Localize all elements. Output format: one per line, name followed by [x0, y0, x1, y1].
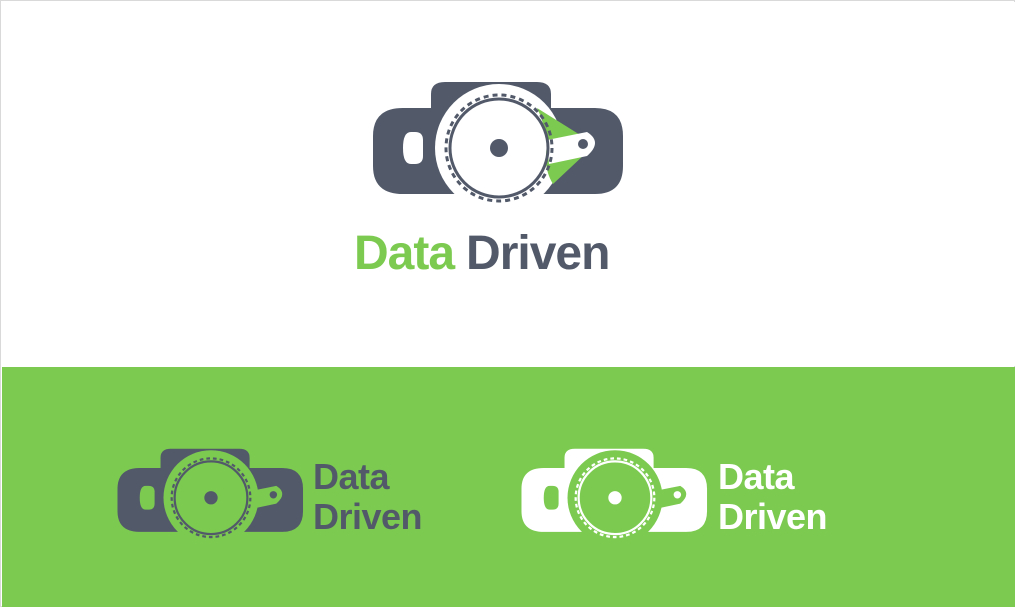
- camera-gear-icon: [373, 82, 623, 212]
- primary-wordmark: Data Driven: [354, 224, 674, 284]
- wordmark-data: Data: [313, 456, 390, 497]
- wordmark-driven: Driven: [313, 496, 423, 537]
- camera-gear-icon: [117, 448, 304, 546]
- wordmark-data: Data: [718, 456, 795, 497]
- dark-wordmark: Data Driven: [313, 456, 423, 537]
- white-wordmark: Data Driven: [718, 456, 828, 537]
- alternate-logos-panel: Data Driven Data Driven: [2, 367, 1015, 607]
- primary-logo-panel: Data Driven: [2, 2, 1015, 366]
- camera-gear-icon: [521, 448, 708, 546]
- brand-sheet: Data Driven Data Driven Data Driven: [0, 0, 1015, 607]
- wordmark-data: Data: [354, 227, 455, 280]
- wordmark-driven: Driven: [466, 227, 610, 280]
- wordmark-driven: Driven: [718, 496, 828, 537]
